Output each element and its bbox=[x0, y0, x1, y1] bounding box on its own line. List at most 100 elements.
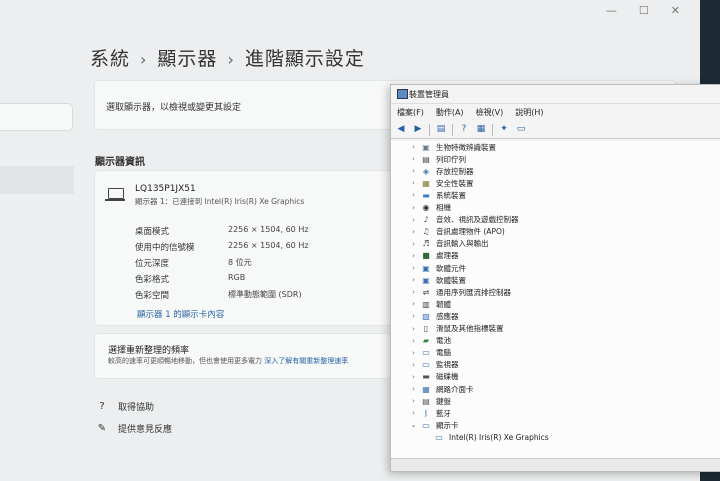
device-category[interactable]: › ▬ 磁碟機 bbox=[409, 371, 458, 383]
chevron-right-icon[interactable]: › bbox=[409, 373, 418, 381]
toolbar-divider bbox=[492, 123, 493, 136]
tree-view-icon[interactable]: ▤ bbox=[435, 124, 447, 135]
chevron-right-icon[interactable]: › bbox=[409, 288, 418, 296]
info-label: 位元深度 bbox=[135, 259, 170, 269]
chevron-right-icon[interactable]: › bbox=[409, 191, 418, 199]
device-category[interactable]: › ▣ 生物特徵辨識裝置 bbox=[409, 141, 496, 153]
system-folder-icon: ▬ bbox=[422, 190, 430, 200]
menu-help[interactable]: 說明(H) bbox=[515, 107, 543, 118]
device-category[interactable]: › ⇌ 通用序列匯流排控制器 bbox=[409, 286, 511, 298]
device-category[interactable]: › ▤ 鍵盤 bbox=[409, 395, 451, 407]
device-category[interactable]: › ▬ 系統裝置 bbox=[409, 189, 466, 201]
sidebar-item-selected[interactable] bbox=[0, 166, 74, 194]
info-value: 2256 × 1504, 60 Hz bbox=[228, 241, 309, 250]
chevron-right-icon[interactable]: › bbox=[409, 337, 418, 345]
info-label: 色彩空間 bbox=[135, 291, 170, 301]
device-category[interactable]: › ▭ 電腦 bbox=[409, 347, 451, 359]
refresh-rate-learn-more-link[interactable]: 深入了解有關重新整理速率 bbox=[264, 357, 348, 365]
device-category-label: 生物特徵辨識裝置 bbox=[436, 142, 496, 152]
chevron-right-icon[interactable]: › bbox=[409, 216, 418, 224]
device-category[interactable]: › ♫ 音訊處理物件 (APO) bbox=[409, 226, 505, 238]
device-category[interactable]: › ▣ 軟體裝置 bbox=[409, 274, 466, 286]
device-category-label: 滑鼠及其他指標裝置 bbox=[436, 324, 504, 333]
menu-action[interactable]: 動作(A) bbox=[436, 107, 464, 118]
page-title: 進階顯示設定 bbox=[244, 48, 365, 70]
chevron-right-icon[interactable]: › bbox=[409, 409, 418, 417]
chevron-down-icon[interactable]: ⌄ bbox=[409, 421, 418, 429]
device-category[interactable]: › ■ 處理器 bbox=[409, 250, 458, 262]
chevron-right-icon[interactable]: › bbox=[409, 397, 418, 405]
device-category[interactable]: › ▤ 列印佇列 bbox=[409, 153, 466, 165]
chevron-right-icon[interactable]: › bbox=[409, 155, 418, 163]
device-category-label: 軟體裝置 bbox=[436, 275, 466, 285]
device-category[interactable]: › ▧ 感應器 bbox=[409, 310, 458, 322]
chevron-right-icon[interactable]: › bbox=[409, 228, 418, 236]
properties-icon[interactable]: ▦ bbox=[475, 124, 487, 135]
device-category-label: 電腦 bbox=[436, 348, 451, 358]
network-adapter-icon: ▦ bbox=[422, 384, 430, 394]
device-category-label: 軟體元件 bbox=[436, 263, 466, 273]
chevron-right-icon[interactable]: › bbox=[409, 325, 418, 333]
device-category[interactable]: › ♪ 音效、視訊及遊戲控制器 bbox=[409, 214, 518, 226]
forward-icon[interactable]: ▶ bbox=[412, 124, 424, 135]
chevron-right-icon[interactable]: › bbox=[409, 252, 418, 260]
chevron-right-icon[interactable]: › bbox=[409, 312, 418, 320]
maximize-icon[interactable]: ☐ bbox=[639, 4, 649, 17]
chevron-right-icon[interactable]: › bbox=[409, 167, 418, 175]
chevron-right-icon: › bbox=[227, 50, 235, 69]
device-category[interactable]: › ◉ 相機 bbox=[409, 202, 451, 214]
chevron-right-icon[interactable]: › bbox=[409, 240, 418, 248]
adapter-properties-link[interactable]: 顯示器 1 的顯示卡內容 bbox=[137, 308, 224, 320]
chevron-right-icon[interactable]: › bbox=[409, 179, 418, 187]
get-help-link[interactable]: ? 取得協助 bbox=[96, 400, 154, 414]
chevron-right-icon[interactable]: › bbox=[409, 143, 418, 151]
back-icon[interactable]: ◀ bbox=[395, 124, 407, 135]
device-category[interactable]: › ▦ 安全性裝置 bbox=[409, 177, 473, 189]
audio-io-icon: ♬ bbox=[422, 239, 430, 249]
breadcrumb-display[interactable]: 顯示器 bbox=[157, 48, 217, 70]
chevron-right-icon[interactable]: › bbox=[409, 385, 418, 393]
close-icon[interactable]: ✕ bbox=[671, 4, 680, 17]
device-category-label: 列印佇列 bbox=[436, 154, 466, 164]
chevron-right-icon[interactable]: › bbox=[409, 349, 418, 357]
chevron-right-icon[interactable]: › bbox=[409, 276, 418, 284]
device-category[interactable]: › ▰ 電池 bbox=[409, 335, 451, 347]
device-category[interactable]: › ▯ 滑鼠及其他指標裝置 bbox=[409, 323, 504, 335]
device-category[interactable]: › ᛒ 藍牙 bbox=[409, 407, 451, 419]
chevron-right-icon: › bbox=[140, 50, 148, 69]
breadcrumb-system[interactable]: 系統 bbox=[90, 48, 130, 70]
monitor-subtitle: 顯示器 1：已連接到 Intel(R) Iris(R) Xe Graphics bbox=[135, 197, 305, 206]
device-category[interactable]: › ▣ 軟體元件 bbox=[409, 262, 466, 274]
device-category-label: 存放控制器 bbox=[436, 166, 474, 176]
audio-apo-icon: ♫ bbox=[422, 227, 430, 237]
printer-icon: ▤ bbox=[422, 154, 430, 164]
chevron-right-icon[interactable]: › bbox=[409, 204, 418, 212]
device-category[interactable]: › ♬ 音訊輸入與輸出 bbox=[409, 238, 488, 250]
search-input[interactable] bbox=[0, 103, 73, 131]
chevron-right-icon[interactable]: › bbox=[409, 300, 418, 308]
window-controls: — ☐ ✕ bbox=[606, 4, 680, 17]
monitor-icon[interactable]: ▭ bbox=[515, 124, 527, 135]
chevron-right-icon[interactable]: › bbox=[409, 361, 418, 369]
device-item[interactable]: ▭ Intel(R) Iris(R) Xe Graphics bbox=[431, 431, 549, 443]
mouse-icon: ▯ bbox=[423, 324, 429, 333]
minimize-icon[interactable]: — bbox=[606, 4, 617, 17]
menu-view[interactable]: 檢視(V) bbox=[476, 107, 504, 118]
device-category[interactable]: › ◈ 存放控制器 bbox=[409, 165, 474, 177]
feedback-link[interactable]: ✎ 提供意見反應 bbox=[96, 422, 172, 436]
fingerprint-icon: ▣ bbox=[422, 142, 430, 152]
device-category[interactable]: › ▭ 監視器 bbox=[409, 359, 458, 371]
device-category[interactable]: › ▦ 網路介面卡 bbox=[409, 383, 473, 395]
device-category-label: 韌體 bbox=[436, 299, 451, 309]
menu-file[interactable]: 檔案(F) bbox=[397, 107, 424, 118]
chevron-right-icon[interactable]: › bbox=[409, 264, 418, 272]
info-row-color-format: 色彩格式 RGB bbox=[135, 273, 245, 285]
display-info-card: LQ135P1JX51 顯示器 1：已連接到 Intel(R) Iris(R) … bbox=[94, 170, 396, 326]
device-category[interactable]: › ▥ 韌體 bbox=[409, 298, 451, 310]
help-icon[interactable]: ? bbox=[458, 124, 470, 135]
scan-hardware-icon[interactable]: ✦ bbox=[498, 124, 510, 135]
info-label: 使用中的信號模 bbox=[135, 243, 195, 253]
refresh-rate-card[interactable]: 選擇重新整理的頻率 較高的速率可更順暢地移動，但也會使用更多電力 深入了解有關重… bbox=[94, 333, 396, 379]
info-row-active-signal: 使用中的信號模 2256 × 1504, 60 Hz bbox=[135, 241, 309, 253]
device-category[interactable]: ⌄ ▭ 顯示卡 bbox=[409, 419, 459, 431]
